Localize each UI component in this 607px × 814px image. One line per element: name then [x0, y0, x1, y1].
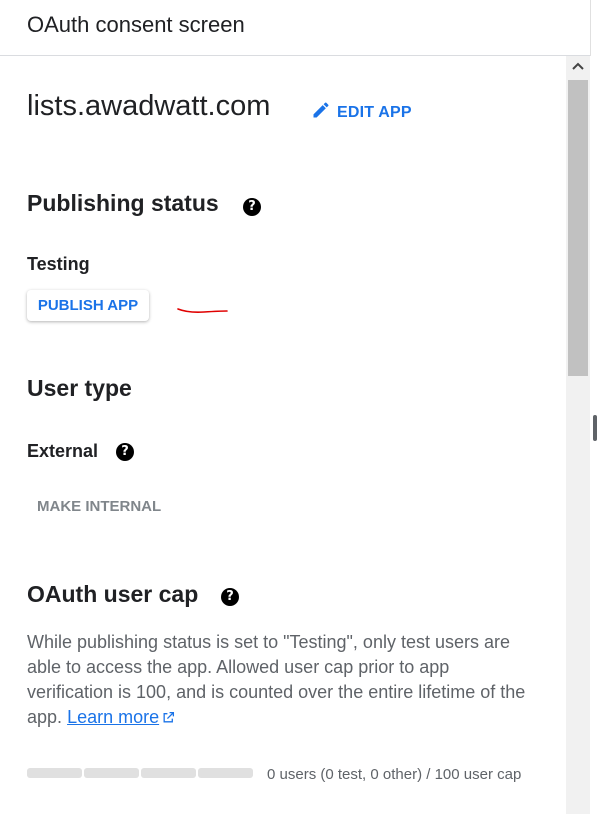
publishing-status-heading: Publishing status: [27, 190, 219, 216]
user-count-text: 0 users (0 test, 0 other) / 100 user cap: [267, 766, 522, 783]
user-cap-description: While publishing status is set to "Testi…: [27, 630, 539, 731]
page-header: OAuth consent screen: [0, 0, 590, 56]
external-link-icon: [162, 706, 175, 731]
oauth-user-cap-heading: OAuth user cap: [27, 581, 199, 607]
progress-segment: [27, 768, 82, 778]
progress-segment: [84, 768, 139, 778]
panel-divider: [590, 0, 591, 56]
publishing-status-value: Testing: [27, 254, 90, 274]
learn-more-link[interactable]: Learn more: [67, 707, 159, 727]
publish-app-button[interactable]: PUBLISH APP: [27, 290, 149, 321]
main-content: lists.awadwatt.com EDIT APP Publishing s…: [0, 56, 566, 814]
user-cap-progress-bar: [27, 768, 253, 778]
progress-segment: [141, 768, 196, 778]
help-icon[interactable]: ?: [221, 588, 239, 606]
make-internal-button[interactable]: MAKE INTERNAL: [27, 494, 171, 519]
edit-app-label: EDIT APP: [337, 103, 412, 121]
user-type-value: External: [27, 441, 99, 461]
pencil-icon: [311, 100, 331, 125]
progress-segment: [198, 768, 253, 778]
red-underline-annotation: [177, 308, 228, 313]
help-icon[interactable]: ?: [243, 198, 261, 216]
edit-app-button[interactable]: EDIT APP: [311, 100, 412, 125]
learn-more-label: Learn more: [67, 707, 160, 727]
vertical-scrollbar[interactable]: [566, 56, 590, 814]
help-icon[interactable]: ?: [116, 443, 134, 461]
scroll-up-button[interactable]: [566, 56, 590, 76]
user-type-heading: User type: [27, 375, 132, 401]
app-name: lists.awadwatt.com: [27, 90, 271, 122]
chevron-up-icon: [572, 57, 584, 75]
resize-handle[interactable]: [593, 415, 597, 441]
page-title: OAuth consent screen: [27, 12, 245, 37]
scroll-thumb[interactable]: [568, 80, 588, 376]
